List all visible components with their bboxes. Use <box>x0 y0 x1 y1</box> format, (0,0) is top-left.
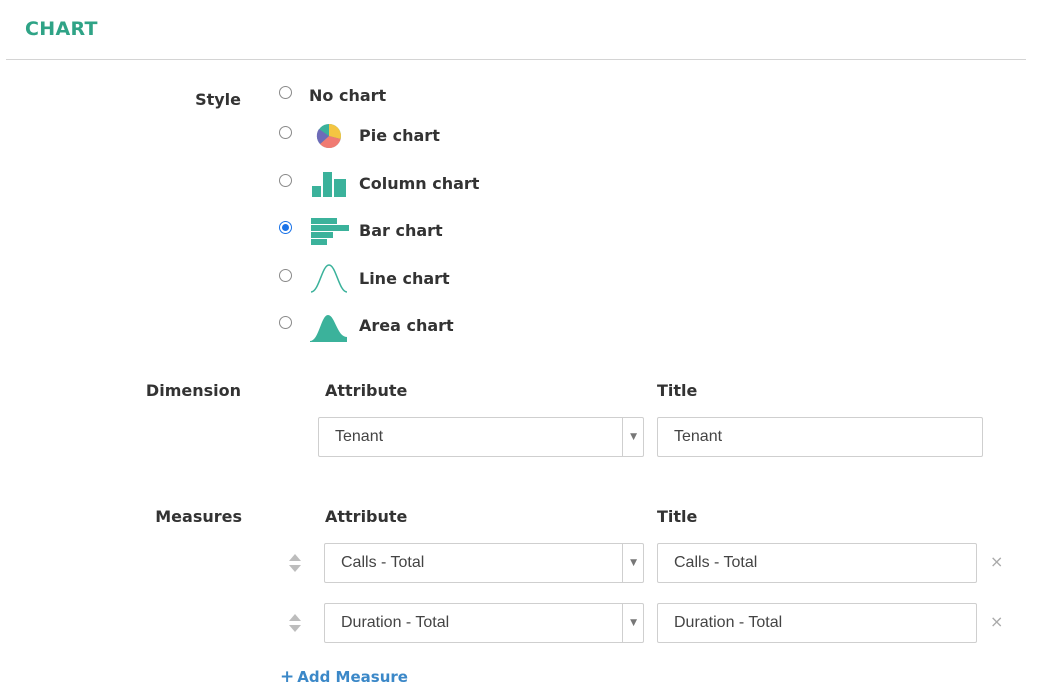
style-label: Style <box>195 90 241 109</box>
option-label[interactable]: Column chart <box>359 174 479 193</box>
measure-attribute-select[interactable]: Duration - Total ▼ <box>324 603 644 643</box>
option-label[interactable]: Area chart <box>359 316 454 335</box>
option-label[interactable]: Line chart <box>359 269 450 288</box>
plus-icon: + <box>280 667 295 687</box>
column-chart-icon <box>312 172 346 197</box>
pie-chart-icon <box>316 124 341 149</box>
radio-no-chart[interactable] <box>279 86 292 99</box>
add-measure-link[interactable]: + Add Measure <box>280 667 408 687</box>
section-title: CHART <box>25 18 98 40</box>
dimension-title-header: Title <box>657 381 698 400</box>
drag-handle-icon[interactable] <box>287 552 303 574</box>
select-separator <box>622 544 623 582</box>
section-divider <box>6 59 1026 60</box>
bar-chart-icon <box>311 218 349 245</box>
select-value: Tenant <box>335 428 384 445</box>
measures-title-header: Title <box>657 507 698 526</box>
dimension-attribute-select[interactable]: Tenant ▼ <box>318 417 644 457</box>
radio-bar-chart[interactable] <box>279 221 292 234</box>
radio-column-chart[interactable] <box>279 174 292 187</box>
input-value: Calls - Total <box>674 554 758 571</box>
remove-measure-button[interactable]: × <box>990 552 1003 571</box>
add-measure-label: Add Measure <box>297 668 408 686</box>
option-label[interactable]: Pie chart <box>359 126 440 145</box>
select-value: Calls - Total <box>341 554 425 571</box>
input-value: Tenant <box>674 428 723 445</box>
chevron-down-icon[interactable]: ▼ <box>630 618 637 628</box>
select-separator <box>622 418 623 456</box>
select-separator <box>622 604 623 642</box>
measures-label: Measures <box>155 507 242 526</box>
option-label[interactable]: Bar chart <box>359 221 443 240</box>
remove-measure-button[interactable]: × <box>990 612 1003 631</box>
line-chart-icon <box>310 264 348 293</box>
radio-area-chart[interactable] <box>279 316 292 329</box>
measure-title-input[interactable]: Calls - Total <box>657 543 977 583</box>
radio-line-chart[interactable] <box>279 269 292 282</box>
input-value: Duration - Total <box>674 614 783 631</box>
dimension-attribute-header: Attribute <box>325 381 408 400</box>
dimension-label: Dimension <box>145 381 241 400</box>
dimension-title-input[interactable]: Tenant <box>657 417 983 457</box>
area-chart-icon <box>310 315 347 342</box>
drag-handle-icon[interactable] <box>287 612 303 634</box>
chevron-down-icon[interactable]: ▼ <box>630 432 637 442</box>
measure-title-input[interactable]: Duration - Total <box>657 603 977 643</box>
radio-pie-chart[interactable] <box>279 126 292 139</box>
measure-attribute-select[interactable]: Calls - Total ▼ <box>324 543 644 583</box>
measures-attribute-header: Attribute <box>325 507 408 526</box>
option-label[interactable]: No chart <box>309 86 386 105</box>
chevron-down-icon[interactable]: ▼ <box>630 558 637 568</box>
select-value: Duration - Total <box>341 614 450 631</box>
